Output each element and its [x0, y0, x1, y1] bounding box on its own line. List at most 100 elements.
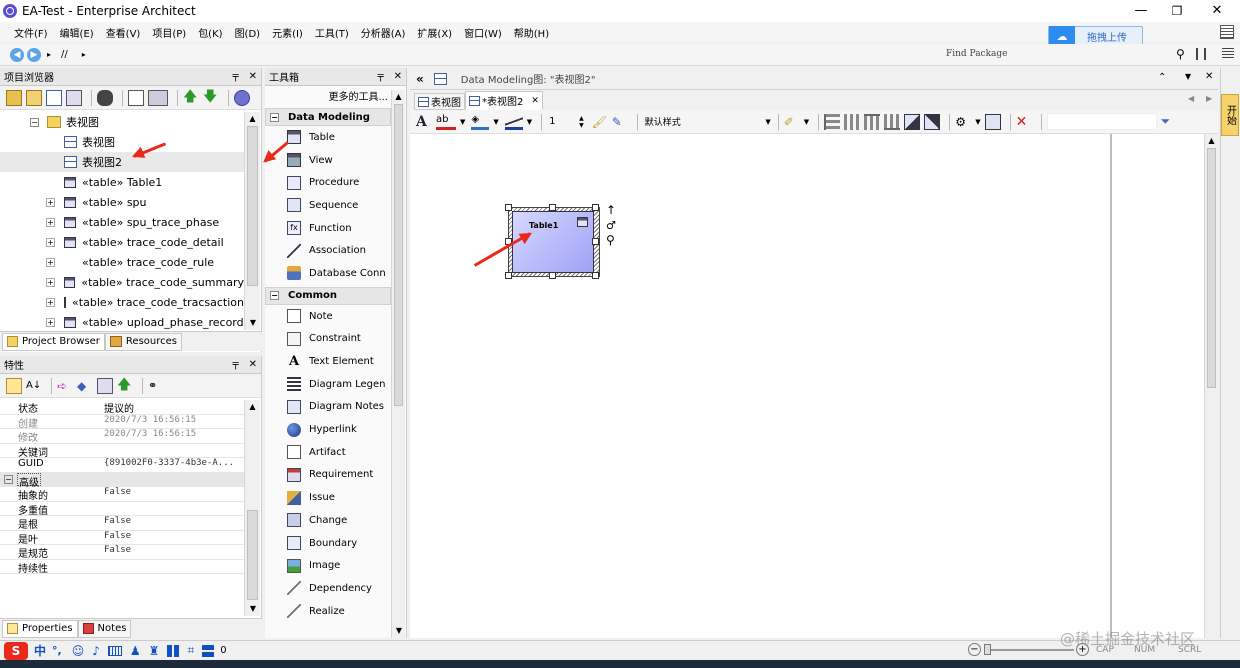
property-row[interactable]: 状态 提议的: [0, 400, 244, 415]
toolbox-item-sequence[interactable]: Sequence: [265, 194, 391, 217]
tree-node-table[interactable]: «table» Table1: [0, 172, 244, 192]
resize-handle[interactable]: [549, 272, 556, 279]
property-value[interactable]: False: [100, 545, 244, 559]
collapse-icon[interactable]: −: [270, 112, 279, 122]
menu-element[interactable]: 元素(I): [272, 25, 303, 40]
scroll-thumb[interactable]: [1207, 148, 1216, 388]
toolbox-item-change[interactable]: Change: [265, 509, 391, 532]
expand-icon[interactable]: +: [46, 257, 55, 267]
scroll-down-arrow[interactable]: ▼: [245, 602, 261, 616]
tab-scroll-right-icon[interactable]: ▶: [1206, 94, 1212, 103]
toolbox-item-image[interactable]: Image: [265, 554, 391, 577]
scroll-up-arrow[interactable]: ▲: [245, 400, 260, 414]
pin-icon[interactable]: ╤: [233, 71, 239, 82]
fill-color-icon[interactable]: ◈: [471, 114, 490, 130]
tab-close-icon[interactable]: ✕: [531, 96, 539, 106]
categorized-icon[interactable]: [6, 377, 22, 394]
dropdown-arrow[interactable]: ▼: [493, 118, 498, 126]
menu-file[interactable]: 文件(F): [14, 25, 48, 40]
tab-scroll-left-icon[interactable]: ◀: [1188, 94, 1194, 103]
font-icon[interactable]: A: [416, 114, 432, 130]
help-icon[interactable]: [234, 89, 250, 106]
find-package-input[interactable]: Find Package: [946, 49, 1008, 59]
toolbox-item-hyperlink[interactable]: Hyperlink: [265, 418, 391, 441]
menu-diagram[interactable]: 图(D): [235, 25, 261, 40]
toolbox-item-dependency[interactable]: Dependency: [265, 577, 391, 600]
export-icon[interactable]: [984, 113, 1001, 130]
zoom-slider-thumb[interactable]: [984, 644, 991, 655]
toolbox-group-common[interactable]: − Common: [265, 286, 391, 305]
toolbox-item-text-element[interactable]: A Text Element: [265, 350, 391, 373]
toolbox-item-diagram-notes[interactable]: Diagram Notes: [265, 396, 391, 419]
align-bottom-icon[interactable]: [884, 113, 901, 130]
tree-node-table[interactable]: + «table» trace_code_summary: [0, 272, 244, 292]
user-icon[interactable]: ♟: [130, 644, 141, 658]
layout-icon[interactable]: ⚙: [955, 114, 971, 130]
filter-input[interactable]: [1046, 113, 1157, 130]
tab-diagram-1[interactable]: 表视图: [414, 93, 465, 110]
brush-icon[interactable]: 🖌: [592, 114, 608, 130]
property-value[interactable]: [100, 502, 244, 516]
zoom-slider[interactable]: [984, 649, 1074, 651]
side-tab-start[interactable]: 开始: [1221, 94, 1239, 136]
panel-close-icon[interactable]: ✕: [249, 359, 257, 370]
expand-icon[interactable]: +: [46, 317, 55, 327]
resize-handle[interactable]: [592, 238, 599, 245]
project-tree-scrollbar[interactable]: ▲ ▼: [244, 112, 260, 330]
expand-icon[interactable]: +: [46, 197, 55, 207]
search-icon[interactable]: ⚲: [1176, 47, 1185, 61]
keyboard-icon[interactable]: [107, 645, 122, 656]
toolbox-item-issue[interactable]: Issue: [265, 486, 391, 509]
property-row[interactable]: 关键词: [0, 444, 244, 458]
tree-node-table[interactable]: + «table» spu_trace_phase: [0, 212, 244, 232]
menu-help[interactable]: 帮助(H): [514, 25, 549, 40]
settings-icon[interactable]: [1196, 48, 1206, 60]
font-color-icon[interactable]: ab: [436, 114, 456, 130]
line-color-icon[interactable]: [504, 113, 523, 130]
filter-icon[interactable]: ⏷: [1161, 114, 1171, 129]
property-row[interactable]: 抽象的 False: [0, 487, 244, 502]
expand-icon[interactable]: +: [46, 277, 55, 287]
toolbox-item-artifact[interactable]: Artifact: [265, 441, 391, 464]
ime-chinese[interactable]: 中: [34, 642, 46, 659]
toolbox-item-requirement[interactable]: Requirement: [265, 464, 391, 487]
toolbox-item-database-connection[interactable]: Database Conn: [265, 262, 391, 285]
dropdown-arrow[interactable]: ▼: [527, 118, 532, 126]
property-row[interactable]: 创建 2020/7/3 16:56:15: [0, 415, 244, 429]
toolbox-item-association[interactable]: Association: [265, 239, 391, 262]
binoculars-icon[interactable]: [97, 89, 113, 106]
property-category[interactable]: − 高级: [0, 472, 244, 489]
menu-window[interactable]: 窗口(W): [464, 25, 502, 40]
ime-logo-icon[interactable]: S: [4, 641, 28, 660]
back-icon[interactable]: ◀: [10, 47, 24, 62]
zoom-out-icon[interactable]: −: [968, 643, 981, 656]
grid-icon[interactable]: [167, 644, 180, 657]
nav-dropdown-icon[interactable]: ▸: [47, 50, 51, 59]
property-row[interactable]: 修改 2020/7/3 16:56:15: [0, 429, 244, 444]
prev-icon[interactable]: ➪: [57, 378, 73, 394]
minimize-button[interactable]: —: [1126, 0, 1156, 22]
more-tools-link[interactable]: 更多的工具...: [265, 88, 406, 108]
align-top-icon[interactable]: [864, 113, 881, 130]
menu-edit[interactable]: 编辑(E): [60, 25, 94, 40]
expand-icon[interactable]: +: [46, 217, 55, 227]
ime-punctuation[interactable]: °,: [52, 644, 62, 657]
line-width-input[interactable]: 1: [547, 116, 579, 127]
expand-icon[interactable]: +: [46, 297, 55, 307]
diagram-expand-icon[interactable]: ⌃: [1158, 72, 1166, 83]
scroll-thumb[interactable]: [394, 104, 403, 406]
emoji-icon[interactable]: ☺: [72, 644, 85, 658]
collapse-panels-icon[interactable]: «: [416, 72, 424, 86]
style-painter-icon[interactable]: ✐: [784, 114, 800, 130]
glasses-icon[interactable]: ⚭: [148, 378, 164, 394]
toolbox-item-realize[interactable]: Realize: [265, 600, 391, 623]
collapse-icon[interactable]: −: [270, 291, 279, 301]
tab-resources[interactable]: Resources: [104, 332, 182, 351]
tree-node-table[interactable]: + «table» trace_code_detail: [0, 232, 244, 252]
toolbox-item-view[interactable]: View: [265, 149, 391, 172]
collapse-icon[interactable]: −: [30, 117, 39, 127]
tree-node-diagram[interactable]: 表视图: [0, 132, 244, 152]
property-value[interactable]: 提议的: [100, 400, 244, 414]
tree-node-package[interactable]: − 表视图: [0, 112, 244, 132]
panel-close-icon[interactable]: ✕: [394, 71, 402, 82]
